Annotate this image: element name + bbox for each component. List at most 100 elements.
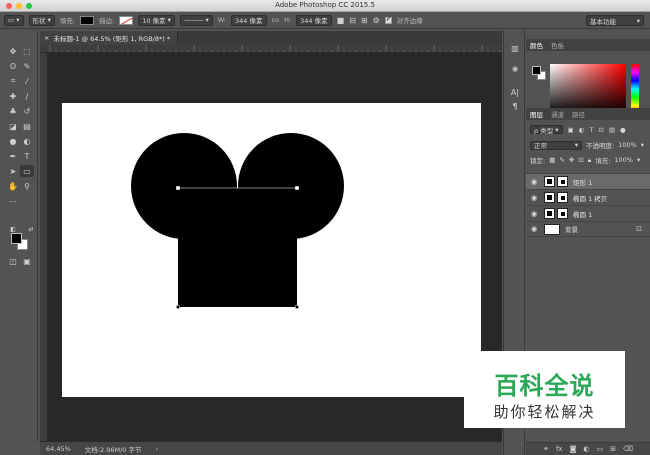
- rectangle-1[interactable]: [178, 188, 297, 307]
- link-icon[interactable]: ⚭: [543, 445, 549, 453]
- lock-artboard-icon[interactable]: ⊡: [578, 156, 583, 164]
- stroke-type-select[interactable]: ——— ▾: [179, 14, 213, 26]
- tab-swatches[interactable]: 色板: [551, 40, 564, 50]
- fx-icon[interactable]: fx: [556, 445, 563, 453]
- eye-icon[interactable]: ◉: [528, 225, 540, 233]
- color-field[interactable]: [550, 64, 626, 114]
- fill-value[interactable]: 100%: [614, 156, 633, 164]
- eye-icon[interactable]: ◉: [528, 194, 540, 202]
- folder-icon[interactable]: ▭: [596, 445, 603, 453]
- lock-all-icon[interactable]: 🔒︎: [588, 156, 591, 165]
- status-menu-icon[interactable]: ›: [155, 445, 158, 453]
- height-label: H:: [284, 16, 292, 24]
- filter-pixel-icon[interactable]: ▣: [568, 126, 574, 134]
- properties-panel-icon[interactable]: ◉: [509, 65, 521, 76]
- eye-icon[interactable]: ◉: [528, 210, 540, 218]
- character-panel-icon[interactable]: A|: [509, 88, 521, 99]
- opacity-dropdown-icon[interactable]: ▾: [641, 141, 644, 149]
- rectangle-tool-icon[interactable]: ▭: [20, 165, 34, 177]
- panel-foreground-swatch[interactable]: [532, 66, 541, 75]
- fill-color-swatch[interactable]: [80, 15, 95, 25]
- link-dimensions-icon[interactable]: co: [272, 16, 280, 24]
- vector-mask-thumbnail: [557, 208, 568, 219]
- hand-tool-icon[interactable]: ✋: [6, 180, 20, 192]
- dodge-tool-icon[interactable]: ◐: [20, 135, 34, 147]
- layer-name: 背景: [565, 226, 578, 234]
- trash-icon[interactable]: ⌫: [623, 445, 633, 453]
- tab-color[interactable]: 颜色: [530, 40, 543, 50]
- tool-preset-picker[interactable]: ▭ ▾: [4, 14, 24, 26]
- filter-shape-icon[interactable]: ⊡: [598, 126, 603, 134]
- stroke-width-field[interactable]: 10 像素 ▾: [138, 14, 175, 26]
- gear-icon[interactable]: ⚙: [373, 16, 380, 25]
- filter-smart-icon[interactable]: ▤: [609, 126, 615, 134]
- filter-kind-select[interactable]: ρ 类型 ▾: [530, 125, 563, 135]
- filter-adjustment-icon[interactable]: ◐: [579, 126, 585, 134]
- paragraph-panel-icon[interactable]: ¶: [509, 102, 521, 113]
- document-tab[interactable]: × 未标题-1 @ 64.5% (矩形 1, RGB/8*) *: [40, 31, 178, 45]
- healing-brush-tool-icon[interactable]: ✚: [6, 90, 20, 102]
- marquee-tool-icon[interactable]: ⬚: [20, 45, 34, 57]
- blend-mode-select[interactable]: 正常 ▾: [530, 140, 582, 150]
- brush-tool-icon[interactable]: ∕: [20, 90, 34, 102]
- tab-layers[interactable]: 图层: [530, 109, 543, 119]
- tool-mode-select[interactable]: 形状 ▾: [28, 14, 55, 26]
- foreground-color-swatch[interactable]: [11, 233, 22, 244]
- screen-mode-icon[interactable]: ▣: [20, 255, 34, 267]
- layer-row[interactable]: ◉ 椭圆 1: [526, 205, 650, 221]
- history-panel-icon[interactable]: ▥: [509, 44, 521, 55]
- move-tool-icon[interactable]: ✥: [6, 45, 20, 57]
- layer-name: 椭圆 1: [573, 210, 593, 219]
- path-operations-icon[interactable]: ■: [337, 16, 345, 25]
- workspace-switcher[interactable]: 基本功能 ▾: [586, 15, 644, 26]
- zoom-tool-icon[interactable]: ⚲: [20, 180, 34, 192]
- gradient-tool-icon[interactable]: ▤: [20, 120, 34, 132]
- blur-tool-icon[interactable]: ●: [6, 135, 20, 147]
- hue-slider[interactable]: [631, 64, 639, 114]
- document-size[interactable]: 文档:2.96M/0 字节: [85, 444, 142, 454]
- tab-paths[interactable]: 路径: [572, 109, 585, 119]
- pen-tool-icon[interactable]: ✒: [6, 150, 20, 162]
- zoom-level[interactable]: 64.45%: [46, 445, 71, 453]
- swap-colors-icon[interactable]: ⇄: [24, 223, 38, 235]
- new-layer-icon[interactable]: ⊞: [610, 445, 616, 453]
- width-field[interactable]: 344 像素: [231, 14, 267, 26]
- layer-row[interactable]: ◉ 矩形 1: [526, 173, 650, 189]
- lock-paint-icon[interactable]: ✎: [559, 156, 564, 164]
- align-edges-checkbox[interactable]: [384, 15, 392, 24]
- horizontal-ruler[interactable]: [40, 45, 502, 53]
- quick-select-tool-icon[interactable]: ✎: [20, 60, 34, 72]
- eyedropper-tool-icon[interactable]: ⁄: [20, 75, 34, 87]
- crop-tool-icon[interactable]: ⌗: [6, 75, 20, 87]
- layer-thumbnail: [544, 192, 555, 203]
- lock-icon: ⊡: [636, 225, 642, 233]
- filter-toggle-icon[interactable]: ●: [620, 126, 626, 134]
- path-selection-tool-icon[interactable]: ➤: [6, 165, 20, 177]
- stroke-color-swatch[interactable]: [119, 15, 134, 25]
- close-tab-icon[interactable]: ×: [44, 34, 49, 42]
- history-brush-tool-icon[interactable]: ↺: [20, 105, 34, 117]
- lock-pixels-icon[interactable]: ▦: [549, 156, 555, 164]
- eye-icon[interactable]: ◉: [528, 178, 540, 186]
- path-arrangement-icon[interactable]: ⊞: [361, 16, 368, 25]
- opacity-value[interactable]: 100%: [618, 141, 637, 149]
- layer-row[interactable]: ◉ 椭圆 1 拷贝: [526, 189, 650, 205]
- quick-mask-mode-icon[interactable]: ◫: [6, 255, 20, 267]
- mask-icon[interactable]: ◙: [570, 445, 577, 453]
- lasso-tool-icon[interactable]: ʘ: [6, 60, 20, 72]
- fill-label: 填充:: [595, 157, 611, 165]
- filter-type-icon[interactable]: T: [589, 126, 593, 134]
- adjustment-icon[interactable]: ◐: [583, 445, 589, 453]
- path-alignment-icon[interactable]: ⊟: [349, 16, 356, 25]
- fill-dropdown-icon[interactable]: ▾: [637, 156, 640, 164]
- eraser-tool-icon[interactable]: ◪: [6, 120, 20, 132]
- type-tool-icon[interactable]: T: [20, 150, 34, 162]
- height-field[interactable]: 344 像素: [296, 14, 332, 26]
- layer-row[interactable]: ◉ 背景 ⊡: [526, 221, 650, 237]
- canvas-shapes[interactable]: [62, 103, 481, 397]
- clone-stamp-tool-icon[interactable]: ♣: [6, 105, 20, 117]
- edit-toolbar-icon[interactable]: ⋯: [6, 195, 20, 207]
- vertical-ruler[interactable]: [40, 53, 48, 441]
- lock-position-icon[interactable]: ✥: [569, 156, 574, 164]
- tab-channels[interactable]: 通道: [551, 109, 564, 119]
